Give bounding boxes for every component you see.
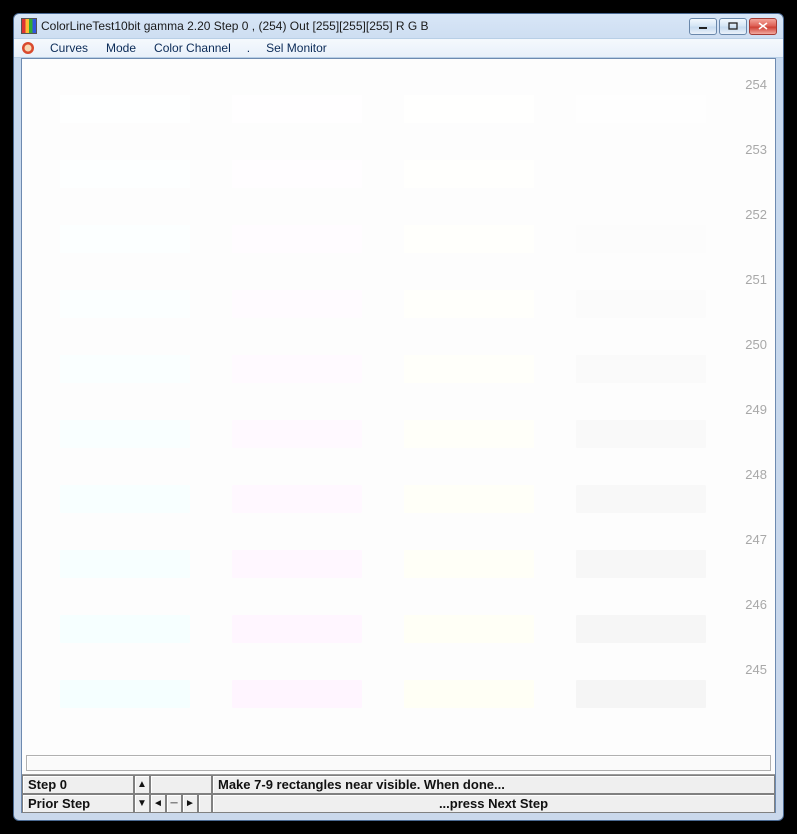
color-swatch: [404, 680, 534, 708]
row-value-label: 248: [745, 467, 767, 482]
swatch-grid: 254253252251250249248247246245: [22, 77, 775, 740]
color-swatch: [60, 615, 190, 643]
nav-right-button[interactable]: ►: [182, 794, 198, 813]
swatch-row: 253: [60, 142, 747, 207]
color-swatch: [60, 290, 190, 318]
color-swatch: [404, 485, 534, 513]
footer-controls: Step 0 ▲ Make 7-9 rectangles near visibl…: [22, 774, 775, 812]
close-icon: [758, 22, 768, 30]
nav-bar-button[interactable]: ─: [166, 794, 182, 813]
swatch-row: 251: [60, 272, 747, 337]
color-swatch: [232, 485, 362, 513]
down-arrow-icon: ▼: [137, 799, 147, 809]
menu-mode[interactable]: Mode: [98, 40, 144, 56]
close-button[interactable]: [749, 18, 777, 35]
color-swatch: [404, 290, 534, 318]
color-swatch: [576, 95, 706, 123]
instruction-line-1: Make 7-9 rectangles near visible. When d…: [212, 775, 775, 794]
color-swatch: [60, 225, 190, 253]
instruction-line-2: ...press Next Step: [212, 794, 775, 813]
menu-color-channel[interactable]: Color Channel: [146, 40, 239, 56]
menu-sel-monitor[interactable]: Sel Monitor: [258, 40, 335, 56]
color-swatch: [232, 95, 362, 123]
swatch-row: 249: [60, 402, 747, 467]
color-swatch: [404, 615, 534, 643]
row-value-label: 254: [745, 77, 767, 92]
color-swatch: [576, 680, 706, 708]
window-frame: ColorLineTest10bit gamma 2.20 Step 0 , (…: [13, 13, 784, 821]
footer-spacer-top: [150, 775, 212, 794]
color-swatch: [404, 355, 534, 383]
right-arrow-icon: ►: [185, 799, 195, 809]
row-value-label: 245: [745, 662, 767, 677]
color-swatch: [404, 95, 534, 123]
maximize-button[interactable]: [719, 18, 747, 35]
minimize-button[interactable]: [689, 18, 717, 35]
maximize-icon: [728, 22, 738, 30]
color-swatch: [576, 550, 706, 578]
color-swatch: [232, 550, 362, 578]
color-swatch: [576, 355, 706, 383]
client-area: 254253252251250249248247246245 Step 0 ▲ …: [21, 58, 776, 813]
app-icon: [22, 19, 36, 33]
color-swatch: [60, 95, 190, 123]
up-arrow-icon: ▲: [137, 780, 147, 790]
row-value-label: 252: [745, 207, 767, 222]
window-title: ColorLineTest10bit gamma 2.20 Step 0 , (…: [41, 19, 689, 33]
color-swatch: [60, 550, 190, 578]
menu-curves[interactable]: Curves: [42, 40, 96, 56]
swatch-row: 246: [60, 597, 747, 662]
color-swatch: [404, 550, 534, 578]
color-swatch: [576, 485, 706, 513]
swatch-row: 247: [60, 532, 747, 597]
nav-left-button[interactable]: ◄: [150, 794, 166, 813]
swatch-row: 250: [60, 337, 747, 402]
color-swatch: [232, 225, 362, 253]
row-value-label: 251: [745, 272, 767, 287]
color-swatch: [60, 420, 190, 448]
color-swatch: [404, 225, 534, 253]
menu-separator-dot: .: [241, 41, 256, 55]
color-swatch: [232, 615, 362, 643]
bar-icon: ─: [170, 799, 177, 809]
row-value-label: 250: [745, 337, 767, 352]
footer-spacer-bottom: [198, 794, 212, 813]
row-value-label: 253: [745, 142, 767, 157]
color-swatch: [404, 160, 534, 188]
color-swatch: [232, 420, 362, 448]
row-value-label: 246: [745, 597, 767, 612]
window-buttons: [689, 18, 777, 35]
step-down-button[interactable]: ▼: [134, 794, 150, 813]
swatch-row: 254: [60, 77, 747, 142]
menubar-icon: [20, 40, 36, 56]
prior-step-button[interactable]: Prior Step: [22, 794, 134, 813]
row-value-label: 247: [745, 532, 767, 547]
color-swatch: [576, 290, 706, 318]
color-swatch: [576, 225, 706, 253]
color-swatch: [232, 355, 362, 383]
step-up-button[interactable]: ▲: [134, 775, 150, 794]
color-swatch: [60, 680, 190, 708]
color-swatch: [232, 680, 362, 708]
swatch-row: 252: [60, 207, 747, 272]
color-swatch: [404, 420, 534, 448]
horizontal-scrollbar[interactable]: [26, 755, 771, 771]
color-swatch: [576, 160, 706, 188]
color-swatch: [60, 160, 190, 188]
step-label: Step 0: [22, 775, 134, 794]
swatch-row: 248: [60, 467, 747, 532]
color-swatch: [576, 420, 706, 448]
color-swatch: [60, 355, 190, 383]
minimize-icon: [698, 22, 708, 30]
color-swatch: [232, 290, 362, 318]
left-arrow-icon: ◄: [153, 799, 163, 809]
color-swatch: [576, 615, 706, 643]
titlebar[interactable]: ColorLineTest10bit gamma 2.20 Step 0 , (…: [14, 14, 783, 38]
swatch-row: 245: [60, 662, 747, 727]
color-swatch: [60, 485, 190, 513]
color-swatch: [232, 160, 362, 188]
menubar: Curves Mode Color Channel . Sel Monitor: [14, 38, 783, 58]
row-value-label: 249: [745, 402, 767, 417]
